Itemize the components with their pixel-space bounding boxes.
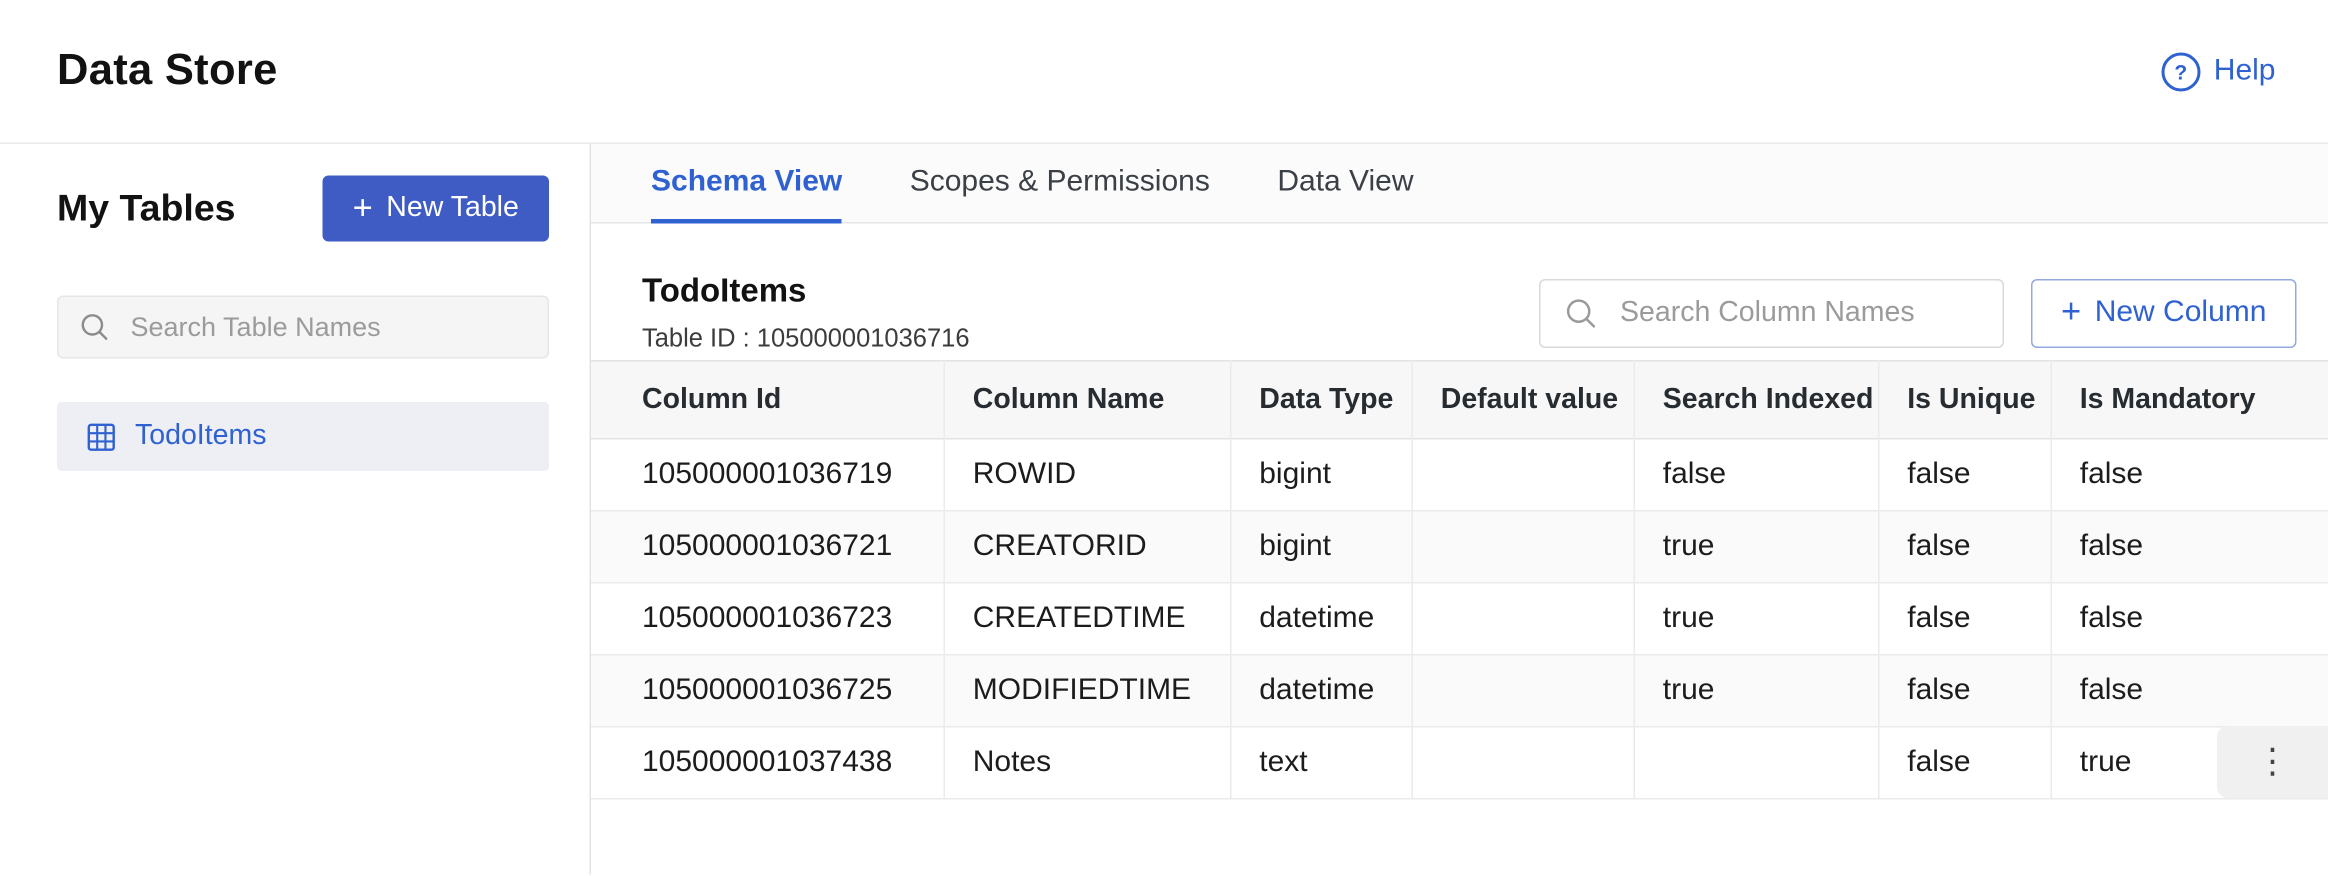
content-head: TodoItems Table ID : 105000001036716 Sea…	[591, 224, 2328, 361]
table-cell: bigint	[1230, 510, 1413, 583]
table-cell: false	[1878, 510, 2052, 583]
new-table-label: New Table	[386, 192, 519, 224]
column-header: Is Mandatory	[2079, 383, 2256, 415]
page-title: Data Store	[57, 46, 278, 95]
column-header: Search Indexed	[1633, 360, 1879, 439]
new-column-button[interactable]: + New Column	[2031, 278, 2297, 348]
table-cell	[1411, 438, 1635, 511]
table-cell: false	[1878, 726, 2052, 799]
table-cell: 105000001036719	[591, 438, 945, 511]
table-cell: CREATORID	[943, 510, 1231, 583]
schema-table: Column Id Column Name Data Type Default …	[591, 360, 2328, 800]
table-cell: datetime	[1230, 582, 1413, 655]
tab-schema-view[interactable]: Schema View	[651, 144, 843, 224]
tab-bar: Schema View Scopes & Permissions Data Vi…	[591, 144, 2328, 224]
new-column-label: New Column	[2094, 295, 2267, 329]
table-cell: bigint	[1230, 438, 1413, 511]
search-table-input[interactable]	[127, 309, 527, 345]
head-controls: + New Column	[1539, 278, 2297, 348]
body-split: My Tables + New Table Search Table Names…	[0, 144, 2328, 875]
table-grid-icon	[87, 422, 116, 451]
search-icon	[1565, 296, 1598, 329]
table-row[interactable]: 105000001036721 CREATORID bigint true false f…	[591, 510, 2328, 583]
table-cell: CREATEDTIME	[943, 582, 1231, 655]
table-cell: false	[2079, 673, 2144, 707]
sidebar-item-todoitems[interactable]: TodoItems	[57, 402, 549, 471]
table-cell	[1411, 654, 1635, 727]
table-cell: true	[1633, 510, 1879, 583]
tab-data-view[interactable]: Data View	[1277, 144, 1413, 224]
table-cell: Notes	[943, 726, 1231, 799]
top-header: Data Store ? Help	[0, 0, 2328, 144]
main-panel: Schema View Scopes & Permissions Data Vi…	[591, 144, 2328, 875]
table-cell: true	[1633, 654, 1879, 727]
table-cell: false	[2079, 529, 2144, 563]
schema-table-title: TodoItems	[642, 271, 807, 310]
table-cell: false	[1633, 438, 1879, 511]
table-cell: 105000001036721	[591, 510, 945, 583]
column-header: Data Type	[1230, 360, 1413, 439]
table-name-label: TodoItems	[135, 420, 267, 452]
new-table-button[interactable]: + New Table	[322, 175, 549, 242]
kebab-icon: ⋮	[2255, 741, 2290, 781]
tab-scopes-permissions[interactable]: Scopes & Permissions	[910, 144, 1210, 224]
table-id-label: Table ID : 105000001036716	[642, 324, 970, 353]
help-icon: ?	[2161, 51, 2201, 91]
tab-label: Schema View	[651, 164, 843, 198]
table-cell: false	[1878, 582, 2052, 655]
table-cell: ROWID	[943, 438, 1231, 511]
sidebar-head: My Tables + New Table	[57, 175, 549, 242]
table-row[interactable]: 105000001037438 Notes text false true	[591, 726, 2328, 799]
tab-label: Data View	[1277, 164, 1414, 198]
table-cell: 105000001036725	[591, 654, 945, 727]
column-header: Is Unique	[1878, 360, 2052, 439]
table-header-row: Column Id Column Name Data Type Default …	[591, 360, 2328, 439]
table-cell: 105000001037438	[591, 726, 945, 799]
search-column-input[interactable]	[1617, 294, 1979, 331]
table-heading-block: TodoItems Table ID : 105000001036716	[642, 272, 970, 355]
tab-label: Scopes & Permissions	[909, 164, 1210, 198]
help-button[interactable]: ? Help	[2161, 51, 2276, 91]
table-cell	[1633, 726, 1879, 799]
table-cell	[1411, 582, 1635, 655]
column-header: Column Id	[591, 360, 945, 439]
my-tables-title: My Tables	[57, 186, 236, 229]
table-cell: MODIFIEDTIME	[943, 654, 1231, 727]
table-cell: false	[2079, 457, 2144, 491]
column-search-box[interactable]	[1539, 278, 2004, 348]
table-cell: false	[2079, 601, 2144, 635]
table-cell	[1411, 726, 1635, 799]
sidebar: My Tables + New Table Search Table Names…	[0, 144, 591, 875]
plus-icon: +	[2061, 291, 2082, 330]
row-actions-menu-button[interactable]: ⋮	[2217, 726, 2328, 798]
table-cell: false	[1878, 654, 2052, 727]
plus-icon: +	[352, 186, 373, 226]
schema-table-wrap: Column Id Column Name Data Type Default …	[591, 360, 2328, 800]
table-row[interactable]: 105000001036719 ROWID bigint false false fals…	[591, 438, 2328, 511]
column-header: Column Name	[943, 360, 1231, 439]
data-store-app: Data Store ? Help My Tables + New Table	[0, 0, 2328, 876]
search-icon	[80, 312, 110, 342]
schema-table-body: 105000001036719 ROWID bigint false false fals…	[591, 438, 2328, 799]
table-cell: true	[1633, 582, 1879, 655]
table-cell: text	[1230, 726, 1413, 799]
column-header: Default value	[1411, 360, 1635, 439]
table-cell: datetime	[1230, 654, 1413, 727]
table-cell: false	[1878, 438, 2052, 511]
table-search-box[interactable]	[57, 295, 549, 359]
table-cell	[1411, 510, 1635, 583]
table-list: TodoItems	[57, 402, 549, 471]
help-label: Help	[2213, 54, 2276, 87]
table-cell: 105000001036723	[591, 582, 945, 655]
table-row[interactable]: 105000001036723 CREATEDTIME datetime true fa…	[591, 582, 2328, 655]
table-row[interactable]: 105000001036725 MODIFIEDTIME datetime true f…	[591, 654, 2328, 727]
